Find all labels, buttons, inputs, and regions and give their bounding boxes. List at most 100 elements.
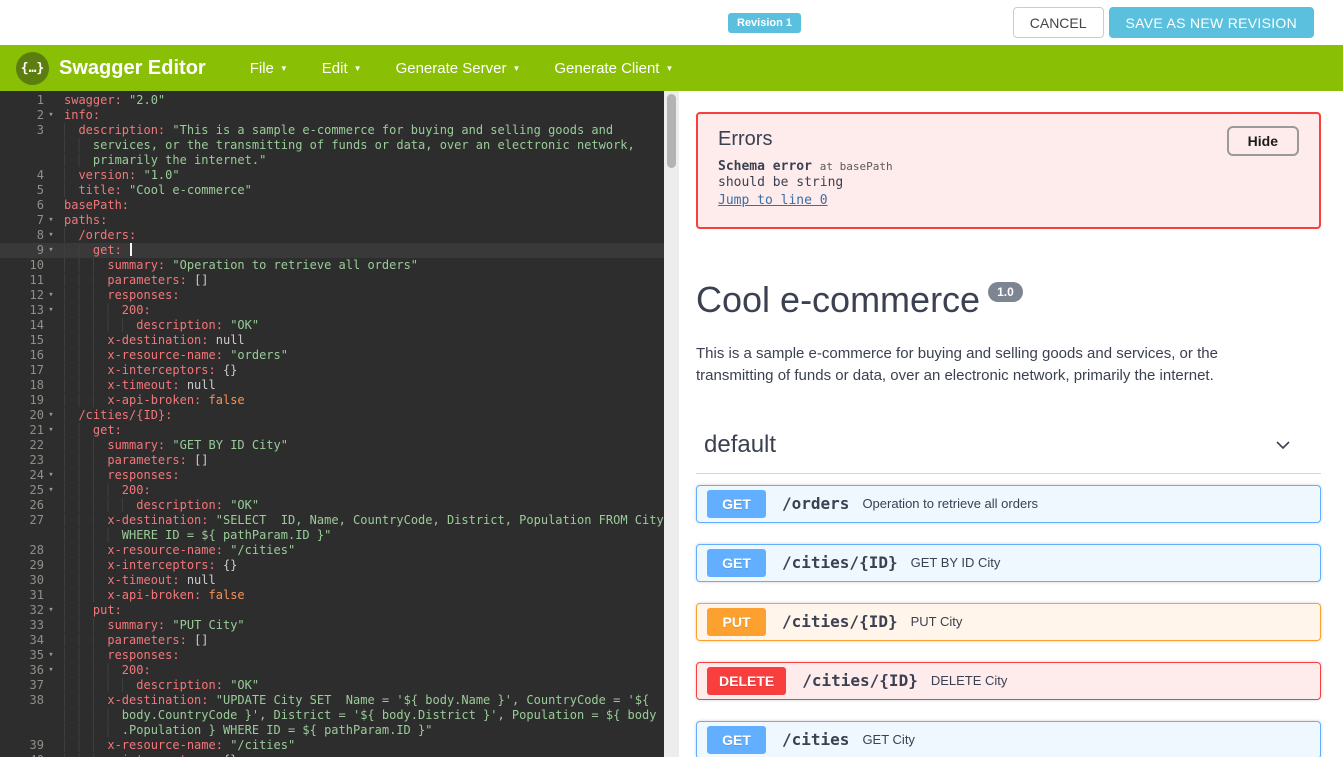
code-line[interactable]: services, or the transmitting of funds o…	[0, 138, 664, 153]
code-line[interactable]: .Population } WHERE ID = ${ pathParam.ID…	[0, 723, 664, 738]
code-line[interactable]: 18 x-timeout: null	[0, 378, 664, 393]
line-number: 11	[2, 273, 44, 288]
yaml-editor[interactable]: 1swagger: "2.0"2▾info:3 description: "Th…	[0, 91, 679, 757]
code-line[interactable]: 35▾ responses:	[0, 648, 664, 663]
code-line[interactable]: 22 summary: "GET BY ID City"	[0, 438, 664, 453]
line-number: 27	[2, 513, 44, 528]
code-line[interactable]: 37 description: "OK"	[0, 678, 664, 693]
menu-edit[interactable]: Edit ▼	[322, 60, 362, 77]
code-line[interactable]: 34 parameters: []	[0, 633, 664, 648]
error-name: Schema error	[718, 159, 812, 174]
code-line[interactable]: 39 x-resource-name: "/cities"	[0, 738, 664, 753]
code-text: description: "OK"	[58, 318, 259, 333]
code-line[interactable]: 4 version: "1.0"	[0, 168, 664, 183]
code-line[interactable]: 2▾info:	[0, 108, 664, 123]
code-line[interactable]: 19 x-api-broken: false	[0, 393, 664, 408]
hide-errors-button[interactable]: Hide	[1227, 126, 1299, 156]
app-title: Swagger Editor	[59, 57, 206, 80]
code-line[interactable]: 26 description: "OK"	[0, 498, 664, 513]
code-line[interactable]: 1swagger: "2.0"	[0, 93, 664, 108]
code-line[interactable]: 24▾ responses:	[0, 468, 664, 483]
code-line[interactable]: 6basePath:	[0, 198, 664, 213]
code-line[interactable]: 25▾ 200:	[0, 483, 664, 498]
code-line[interactable]: 7▾paths:	[0, 213, 664, 228]
line-number: 10	[2, 258, 44, 273]
fold-arrow-icon[interactable]: ▾	[44, 213, 58, 228]
operation-row-get-orders[interactable]: GET/ordersOperation to retrieve all orde…	[696, 485, 1321, 523]
code-line[interactable]: 28 x-resource-name: "/cities"	[0, 543, 664, 558]
menu-generate-client[interactable]: Generate Client ▼	[554, 60, 673, 77]
error-item: Schema error at basePath	[718, 159, 1299, 175]
line-number: 5	[2, 183, 44, 198]
code-text: .Population } WHERE ID = ${ pathParam.ID…	[58, 723, 432, 738]
code-text: x-destination: "SELECT ID, Name, Country…	[58, 513, 664, 528]
save-as-new-revision-button[interactable]: SAVE AS NEW REVISION	[1109, 7, 1314, 38]
fold-arrow-icon[interactable]: ▾	[44, 243, 58, 258]
code-line[interactable]: 3 description: "This is a sample e-comme…	[0, 123, 664, 138]
code-line[interactable]: 38 x-destination: "UPDATE City SET Name …	[0, 693, 664, 708]
fold-spacer	[44, 753, 58, 757]
operation-row-get-cities-ID-[interactable]: GET/cities/{ID}GET BY ID City	[696, 544, 1321, 582]
scrollbar-thumb[interactable]	[667, 94, 676, 168]
code-line[interactable]: 12▾ responses:	[0, 288, 664, 303]
code-line[interactable]: 36▾ 200:	[0, 663, 664, 678]
code-line[interactable]: 5 title: "Cool e-commerce"	[0, 183, 664, 198]
editor-scrollbar[interactable]	[664, 91, 679, 757]
fold-spacer	[44, 498, 58, 513]
fold-arrow-icon[interactable]: ▾	[44, 303, 58, 318]
code-line[interactable]: 8▾ /orders:	[0, 228, 664, 243]
code-line[interactable]: 9▾ get:	[0, 243, 664, 258]
operation-row-get-cities[interactable]: GET/citiesGET City	[696, 721, 1321, 757]
code-line[interactable]: 20▾ /cities/{ID}:	[0, 408, 664, 423]
cancel-button[interactable]: CANCEL	[1013, 7, 1104, 38]
operation-row-put-cities-ID-[interactable]: PUT/cities/{ID}PUT City	[696, 603, 1321, 641]
code-line[interactable]: 27 x-destination: "SELECT ID, Name, Coun…	[0, 513, 664, 528]
fold-arrow-icon[interactable]: ▾	[44, 603, 58, 618]
code-line[interactable]: 21▾ get:	[0, 423, 664, 438]
code-line[interactable]: 14 description: "OK"	[0, 318, 664, 333]
code-line[interactable]: 33 summary: "PUT City"	[0, 618, 664, 633]
fold-arrow-icon[interactable]: ▾	[44, 423, 58, 438]
fold-arrow-icon[interactable]: ▾	[44, 408, 58, 423]
code-line[interactable]: WHERE ID = ${ pathParam.ID }"	[0, 528, 664, 543]
fold-spacer	[44, 123, 58, 138]
fold-arrow-icon[interactable]: ▾	[44, 648, 58, 663]
menu-file[interactable]: File ▼	[250, 60, 288, 77]
fold-arrow-icon[interactable]: ▾	[44, 288, 58, 303]
code-line[interactable]: 15 x-destination: null	[0, 333, 664, 348]
fold-arrow-icon[interactable]: ▾	[44, 228, 58, 243]
code-line[interactable]: 16 x-resource-name: "orders"	[0, 348, 664, 363]
code-line[interactable]: 17 x-interceptors: {}	[0, 363, 664, 378]
fold-arrow-icon[interactable]: ▾	[44, 663, 58, 678]
line-number	[2, 528, 44, 543]
chevron-down-icon[interactable]	[1273, 435, 1293, 455]
code-line[interactable]: 31 x-api-broken: false	[0, 588, 664, 603]
fold-arrow-icon[interactable]: ▾	[44, 483, 58, 498]
code-line[interactable]: 40 x-interceptors: {}	[0, 753, 664, 757]
code-line[interactable]: 11 parameters: []	[0, 273, 664, 288]
code-line[interactable]: 30 x-timeout: null	[0, 573, 664, 588]
code-line[interactable]: body.CountryCode }', District = '${ body…	[0, 708, 664, 723]
code-line[interactable]: 29 x-interceptors: {}	[0, 558, 664, 573]
menu-generate-server[interactable]: Generate Server ▼	[396, 60, 521, 77]
fold-spacer	[44, 558, 58, 573]
code-text: x-timeout: null	[58, 378, 216, 393]
code-line[interactable]: 32▾ put:	[0, 603, 664, 618]
fold-arrow-icon[interactable]: ▾	[44, 468, 58, 483]
line-number: 31	[2, 588, 44, 603]
fold-spacer	[44, 693, 58, 708]
code-text: 200:	[58, 663, 151, 678]
code-line[interactable]: 23 parameters: []	[0, 453, 664, 468]
code-text: x-interceptors: {}	[58, 558, 237, 573]
fold-arrow-icon[interactable]: ▾	[44, 108, 58, 123]
jump-to-line-link[interactable]: Jump to line 0	[718, 193, 828, 208]
operation-row-delete-cities-ID-[interactable]: DELETE/cities/{ID}DELETE City	[696, 662, 1321, 700]
dropdown-caret-icon: ▼	[665, 64, 673, 73]
tag-default-header[interactable]: default	[696, 431, 1321, 474]
code-line[interactable]: 13▾ 200:	[0, 303, 664, 318]
code-line[interactable]: 10 summary: "Operation to retrieve all o…	[0, 258, 664, 273]
code-line[interactable]: primarily the internet."	[0, 153, 664, 168]
fold-spacer	[44, 318, 58, 333]
line-number: 18	[2, 378, 44, 393]
operations-list: GET/ordersOperation to retrieve all orde…	[696, 485, 1321, 757]
